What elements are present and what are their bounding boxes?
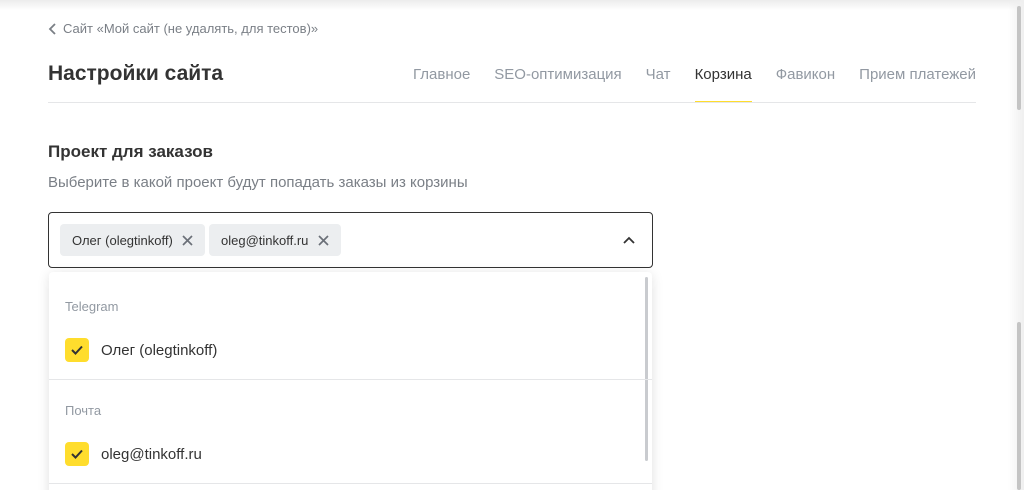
tabs-divider (48, 102, 976, 103)
page-title: Настройки сайта (48, 62, 224, 85)
option-mail-oleg[interactable]: oleg@tinkoff.ru (49, 432, 644, 476)
selected-chip: oleg@tinkoff.ru (209, 224, 341, 256)
breadcrumb-label: Сайт «Мой сайт (не удалять, для тестов)» (63, 21, 319, 36)
page-scrollbar-thumb[interactable] (1017, 6, 1021, 110)
group-label-mail: Почта (65, 403, 102, 418)
page-scrollbar-thumb-lower[interactable] (1017, 322, 1021, 490)
tab-cart[interactable]: Корзина (694, 66, 752, 103)
check-icon (71, 449, 83, 459)
chip-remove-button[interactable] (173, 224, 203, 256)
checkbox[interactable] (65, 338, 89, 362)
dropdown-scrollbar[interactable] (645, 277, 648, 461)
dropdown-divider (49, 483, 652, 484)
close-icon (182, 234, 193, 246)
tab-seo[interactable]: SEO-оптимизация (494, 66, 621, 103)
project-multiselect[interactable]: Олег (olegtinkoff) oleg@tinkoff.ru (48, 212, 653, 268)
close-icon (318, 234, 329, 246)
chevron-left-icon (48, 22, 56, 35)
breadcrumb[interactable]: Сайт «Мой сайт (не удалять, для тестов)» (48, 21, 318, 36)
tab-payments[interactable]: Прием платежей (859, 66, 976, 103)
chevron-up-icon[interactable] (622, 233, 636, 247)
section-title: Проект для заказов (48, 142, 213, 161)
option-label: oleg@tinkoff.ru (101, 445, 202, 463)
settings-tabs: Главное SEO-оптимизация Чат Корзина Фави… (389, 66, 976, 103)
chip-label: oleg@tinkoff.ru (221, 232, 309, 248)
selected-chip: Олег (olegtinkoff) (60, 224, 205, 256)
chip-label: Олег (olegtinkoff) (72, 232, 173, 248)
tab-favicon[interactable]: Фавикон (776, 66, 835, 103)
dropdown-divider (49, 379, 652, 380)
option-label: Олег (olegtinkoff) (101, 341, 218, 359)
tab-chat[interactable]: Чат (646, 66, 671, 103)
option-telegram-oleg[interactable]: Олег (olegtinkoff) (49, 328, 644, 372)
check-icon (71, 345, 83, 355)
page-scrollbar-track[interactable] (1008, 0, 1024, 490)
group-label-telegram: Telegram (65, 299, 119, 314)
tab-main[interactable]: Главное (413, 66, 470, 103)
checkbox[interactable] (65, 442, 89, 466)
chip-remove-button[interactable] (308, 224, 338, 256)
page-top-shadow (0, 0, 1024, 10)
section-description: Выберите в какой проект будут попадать з… (48, 174, 468, 191)
project-dropdown: Telegram Олег (olegtinkoff) Почта oleg@t… (49, 272, 652, 490)
